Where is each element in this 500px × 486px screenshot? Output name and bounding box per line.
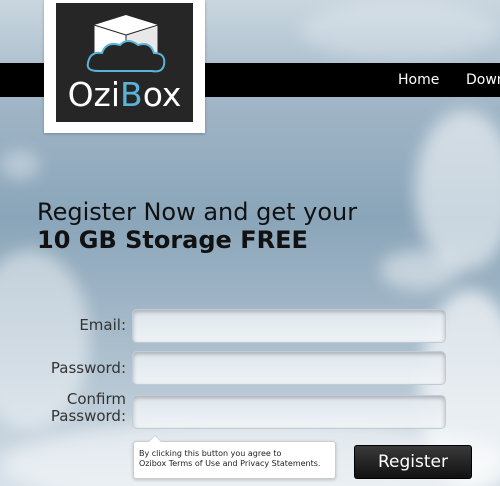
cloud [380, 250, 460, 290]
terms-tooltip: By clicking this button you agree to Ozi… [133, 435, 336, 479]
confirm-password-label: Confirm Password: [40, 391, 126, 425]
nav-download-link[interactable]: Down [466, 72, 500, 88]
logo-text-accent: B [120, 75, 143, 114]
logo-wordmark: OziBox [56, 75, 193, 114]
confirm-password-field[interactable] [132, 395, 446, 429]
terms-line-1: By clicking this button you agree to [139, 449, 282, 458]
email-field[interactable] [132, 309, 446, 343]
password-field[interactable] [132, 351, 446, 385]
logo-panel: OziBox [56, 3, 193, 122]
terms-line-2: Ozibox Terms of Use and Privacy Statemen… [139, 459, 321, 468]
cloud-box-icon [86, 15, 166, 73]
cloud [415, 110, 500, 270]
logo-text-end: ox [142, 75, 182, 114]
confirm-label-line-1: Confirm [66, 390, 126, 408]
logo-text-main: Ozi [67, 75, 121, 114]
logo[interactable]: OziBox [44, 0, 205, 133]
headline-line-2: 10 GB Storage FREE [37, 226, 308, 254]
page-headline: Register Now and get your 10 GB Storage … [37, 198, 357, 254]
nav-home-link[interactable]: Home [398, 72, 439, 88]
confirm-label-line-2: Password: [50, 407, 126, 425]
cloud [300, 0, 500, 60]
email-label: Email: [79, 316, 126, 334]
password-label: Password: [50, 359, 126, 377]
headline-line-1: Register Now and get your [37, 198, 358, 226]
register-button[interactable]: Register [354, 445, 472, 479]
cloud [0, 150, 40, 180]
